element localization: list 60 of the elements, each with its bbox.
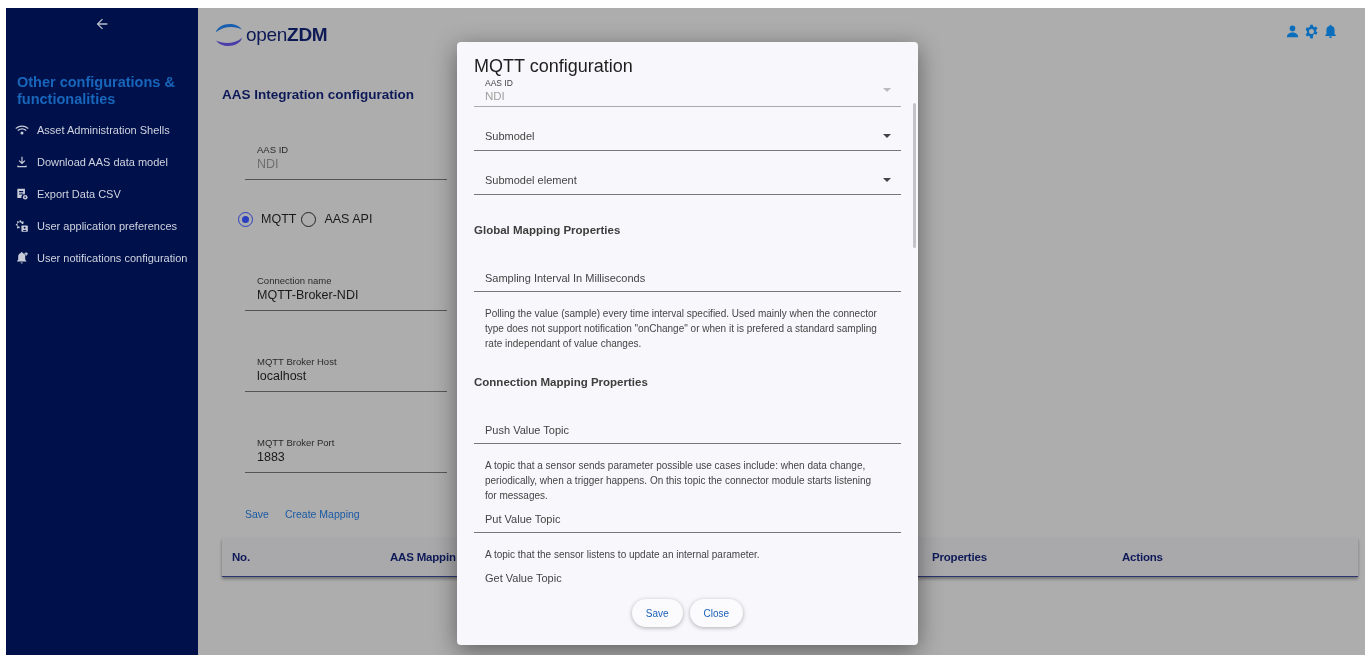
menu-item[interactable]: User application preferences <box>37 220 178 232</box>
column-header: AAS Mappin <box>390 551 456 563</box>
help-text: Polling the value (sample) every time interval specified. Used mainly when the connector type does not support notification "onChange" or when it is prefered a standard sampling rate independant of value changes. <box>484 307 878 351</box>
menu-item[interactable]: Download AAS data model <box>37 156 168 168</box>
download-icon <box>15 155 29 169</box>
logo-text: openZDM <box>246 24 328 46</box>
document-icon <box>15 187 29 201</box>
dialog-title: MQTT configuration <box>474 55 634 77</box>
field-label: Connection name <box>257 274 333 287</box>
field-label: AAS ID <box>257 143 290 156</box>
field-value: 1883 <box>257 449 286 466</box>
field-value: NDI <box>485 89 506 104</box>
field-label: Submodel <box>485 129 536 144</box>
field-label: Get Value Topic <box>485 572 562 584</box>
dialog-button[interactable]: Save <box>631 599 683 627</box>
field-label: Push Value Topic <box>485 424 569 436</box>
bell-icon[interactable] <box>1323 23 1338 39</box>
column-header: No. <box>232 551 250 563</box>
dropdown-caret-icon <box>883 134 891 138</box>
section-title: AAS Integration configuration <box>222 86 414 104</box>
field-label: MQTT Broker Host <box>257 355 338 368</box>
field-label: AAS ID <box>485 78 514 89</box>
field-value: MQTT-Broker-NDI <box>257 287 360 304</box>
section-heading: Global Mapping Properties <box>474 223 622 238</box>
dropdown-caret-icon <box>883 88 891 92</box>
input-field[interactable]: MQTT Broker Host localhost <box>245 355 447 392</box>
field-label: MQTT Broker Port <box>257 436 336 449</box>
section-heading: Connection Mapping Properties <box>474 375 649 390</box>
bell-plus-icon <box>15 251 29 265</box>
dialog-button[interactable]: Close <box>689 599 744 627</box>
input-field[interactable]: MQTT Broker Port 1883 <box>245 436 447 473</box>
field-label: Put Value Topic <box>485 513 561 525</box>
input-field[interactable]: Sampling Interval In Milliseconds <box>474 268 901 292</box>
settings-icon[interactable] <box>1304 23 1319 39</box>
menu-item[interactable]: User notifications configuration <box>37 252 188 264</box>
help-text: A topic that a sensor sends parameter possible use cases include: when data change, periodically, when a trigger happens. On this topic the connector module starts listening for messages. <box>484 459 873 503</box>
field-value: NDI <box>257 156 280 173</box>
input-field[interactable]: Put Value Topic <box>474 509 901 533</box>
field-label: Submodel element <box>485 173 578 188</box>
menu-item[interactable]: Export Data CSV <box>37 188 121 200</box>
radio-label: AAS API <box>324 212 373 226</box>
field-value: localhost <box>257 368 308 385</box>
scrollbar[interactable] <box>913 103 916 248</box>
input-field[interactable]: Push Value Topic <box>474 420 901 444</box>
gear-profile-icon <box>15 219 29 233</box>
radio-label: MQTT <box>261 212 297 226</box>
wifi-icon <box>15 123 29 137</box>
sidebar-heading: Other configurations & functionalities <box>17 74 176 108</box>
column-header: Properties <box>932 551 987 563</box>
dropdown-caret-icon <box>883 178 891 182</box>
input-field[interactable]: Connection name MQTT-Broker-NDI <box>245 274 447 311</box>
menu-item[interactable]: Asset Administration Shells <box>37 124 170 136</box>
select-field[interactable]: Submodel element <box>474 158 901 195</box>
help-text: A topic that the sensor listens to update an internal parameter. <box>484 548 761 562</box>
input-field[interactable]: Get Value Topic <box>474 568 901 589</box>
user-icon[interactable] <box>1285 23 1300 39</box>
column-header: Actions <box>1122 551 1163 563</box>
logo-icon <box>214 21 244 49</box>
select-field[interactable]: Submodel <box>474 114 901 151</box>
field-label: Sampling Interval In Milliseconds <box>485 272 646 284</box>
